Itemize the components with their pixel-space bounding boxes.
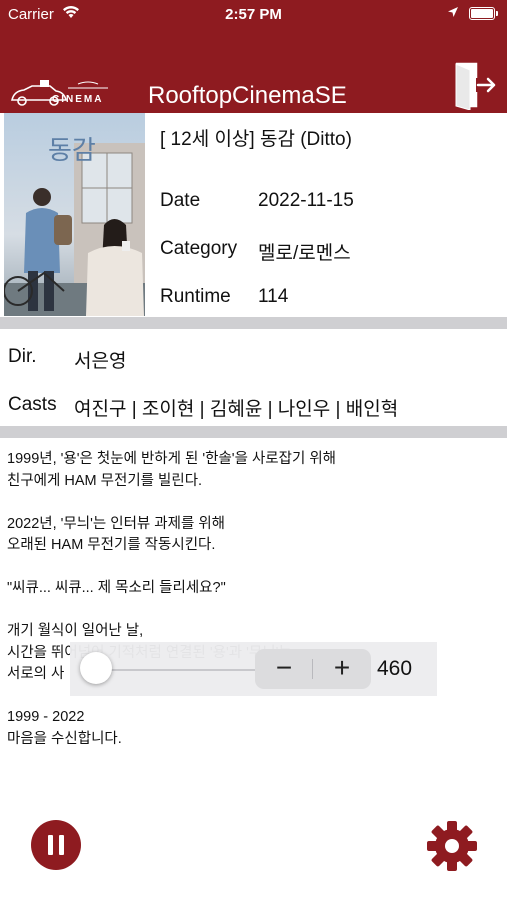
movie-poster[interactable]: 동감 [4,113,145,316]
gear-icon[interactable] [426,820,478,872]
poster-image: 동감 [4,113,145,316]
pause-button[interactable] [31,820,81,870]
runtime-label: Runtime [160,286,231,307]
date-label: Date [160,190,201,211]
section-divider [0,426,507,438]
poster-title-text: 동감 [48,136,96,166]
location-arrow-icon [448,7,458,17]
zoom-control-panel: − + 460 [70,642,437,696]
synopsis-paragraph: 2022년, '무늬'는 인터뷰 과제를 위해 오래된 HAM 무전기를 작동시… [7,515,226,554]
section-divider [0,317,507,329]
zoom-value: 460 [377,657,413,680]
date-value: 2022-11-15 [258,190,354,211]
pause-icon [48,835,53,855]
app-title: RooftopCinemaSE [148,82,347,109]
category-label: Category [160,238,238,259]
zoom-slider-thumb[interactable] [80,652,112,684]
zoom-decrement-button[interactable]: − [255,649,313,689]
battery-icon [469,7,498,20]
synopsis: 1999년, '용'은 첫눈에 반하게 된 '한솔'을 사로잡기 위해 친구에게… [7,449,447,750]
synopsis-paragraph: 1999년, '용'은 첫눈에 반하게 된 '한솔'을 사로잡기 위해 친구에게… [7,451,337,489]
category-value: 멜로/로멘스 [258,243,351,264]
director-value: 서은영 [74,351,127,372]
status-time: 2:57 PM [225,6,282,23]
synopsis-paragraph: 1999 - 2022 마음을 수신합니다. [7,709,122,747]
app-header: Carrier 2:57 PM CINEMA RooftopCinemaSE [0,0,507,113]
status-bar: Carrier 2:57 PM [0,0,507,28]
director-label: Dir. [8,346,37,367]
casts-value: 여진구 | 조이현 | 김혜윤 | 나인우 | 배인혁 [74,399,399,420]
exit-door-icon[interactable] [452,60,498,110]
pause-icon-bar [59,835,64,855]
zoom-slider-track[interactable] [96,669,264,671]
zoom-increment-button[interactable]: + [313,649,371,689]
runtime-value: 114 [258,286,289,307]
logo-text: CINEMA [52,94,104,105]
movie-title: [ 12세 이상] 동감 (Ditto) [160,129,352,150]
casts-label: Casts [8,394,57,415]
synopsis-paragraph: "씨큐... 씨큐... 제 목소리 들리세요?" [7,580,226,596]
zoom-stepper: − + [255,649,371,689]
